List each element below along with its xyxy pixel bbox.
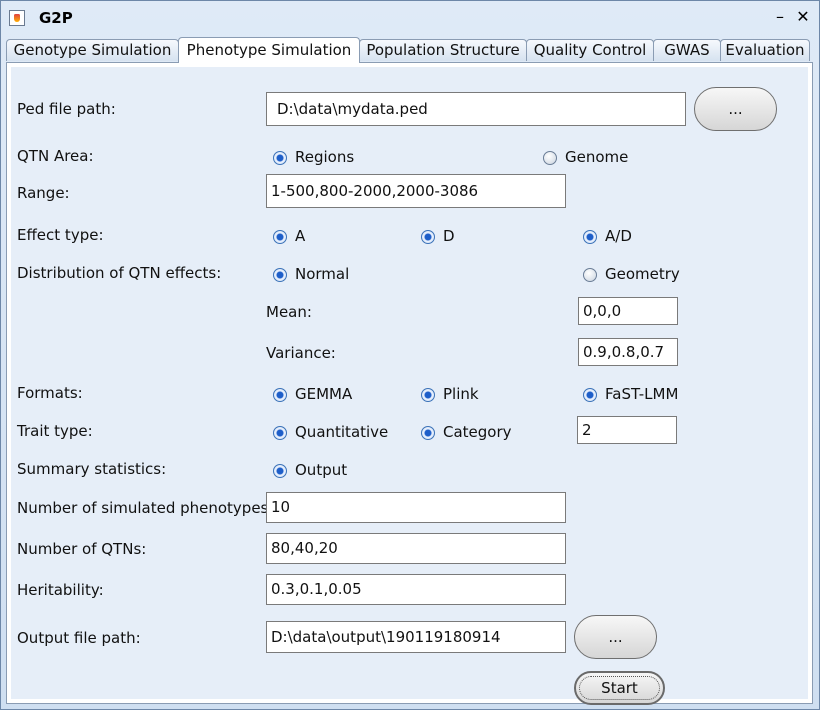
app-window: G2P – ✕ Genotype Simulation Phenotype Si… (0, 0, 820, 710)
radio-label: Geometry (605, 265, 680, 283)
summary-statistics-label: Summary statistics: (17, 460, 167, 478)
title-bar: G2P – ✕ (1, 1, 819, 35)
radio-selected-icon (421, 230, 435, 244)
radio-label: Normal (295, 265, 350, 283)
phenotype-simulation-panel: Ped file path: D:\data\mydata.ped ... QT… (6, 62, 813, 705)
tab-population-structure[interactable]: Population Structure (359, 39, 527, 61)
ped-browse-button[interactable]: ... (694, 87, 777, 131)
radio-label: Quantitative (295, 423, 389, 441)
num-phenotypes-label: Number of simulated phenotypes: (17, 499, 274, 517)
variance-field[interactable]: 0.9,0.8,0.7 (578, 338, 678, 366)
radio-selected-icon (583, 230, 597, 244)
radio-label: D (443, 227, 455, 245)
num-qtns-label: Number of QTNs: (17, 540, 147, 558)
radio-label: Genome (565, 148, 629, 166)
radio-selected-icon (273, 426, 287, 440)
radio-selected-icon (421, 426, 435, 440)
distribution-label: Distribution of QTN effects: (17, 264, 222, 282)
effect-type-label: Effect type: (17, 226, 104, 244)
java-app-icon (9, 10, 25, 26)
variance-label: Variance: (266, 344, 336, 362)
output-browse-button[interactable]: ... (574, 615, 657, 659)
radio-label: Output (295, 461, 348, 479)
heritability-field[interactable]: 0.3,0.1,0.05 (266, 574, 566, 605)
form-area: Ped file path: D:\data\mydata.ped ... QT… (11, 67, 808, 705)
radio-selected-icon (273, 151, 287, 165)
minimize-button[interactable]: – (771, 8, 789, 26)
output-path-label: Output file path: (17, 629, 141, 647)
radio-label: A (295, 227, 306, 245)
num-qtns-field[interactable]: 80,40,20 (266, 533, 566, 564)
window-title: G2P (39, 9, 73, 27)
mean-field[interactable]: 0,0,0 (578, 297, 678, 325)
tab-evaluation[interactable]: Evaluation (720, 39, 810, 61)
mean-label: Mean: (266, 303, 312, 321)
radio-label: GEMMA (295, 385, 353, 403)
radio-unselected-icon (543, 151, 557, 165)
radio-label: FaST-LMM (605, 385, 679, 403)
tab-gwas[interactable]: GWAS (653, 39, 721, 61)
tab-genotype-simulation[interactable]: Genotype Simulation (6, 39, 179, 61)
tab-phenotype-simulation[interactable]: Phenotype Simulation (178, 37, 360, 63)
radio-label: A/D (605, 227, 632, 245)
start-button[interactable]: Start (574, 671, 665, 705)
radio-selected-icon (273, 268, 287, 282)
radio-label: Plink (443, 385, 479, 403)
radio-selected-icon (273, 230, 287, 244)
radio-selected-icon (421, 388, 435, 402)
radio-selected-icon (583, 388, 597, 402)
range-label: Range: (17, 184, 70, 202)
radio-selected-icon (273, 464, 287, 478)
output-path-field[interactable]: D:\data\output\190119180914 (266, 621, 566, 653)
close-button[interactable]: ✕ (794, 8, 812, 26)
range-field[interactable]: 1-500,800-2000,2000-3086 (266, 174, 566, 208)
heritability-label: Heritability: (17, 581, 104, 599)
num-phenotypes-field[interactable]: 10 (266, 492, 566, 523)
trait-type-label: Trait type: (17, 422, 93, 440)
formats-label: Formats: (17, 384, 83, 402)
radio-label: Regions (295, 148, 355, 166)
radio-selected-icon (273, 388, 287, 402)
tab-quality-control[interactable]: Quality Control (526, 39, 654, 61)
category-count-field[interactable]: 2 (577, 416, 677, 444)
ped-path-field[interactable]: D:\data\mydata.ped (266, 92, 686, 126)
radio-label: Category (443, 423, 512, 441)
qtn-area-label: QTN Area: (17, 147, 94, 165)
radio-unselected-icon (583, 268, 597, 282)
ped-path-label: Ped file path: (17, 100, 116, 118)
